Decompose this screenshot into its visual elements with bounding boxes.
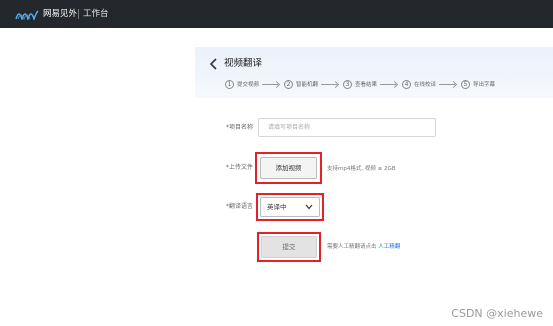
language-label: *翻译语言	[226, 203, 254, 210]
chevron-down-icon	[305, 204, 313, 210]
workspace-link[interactable]: 工作台	[83, 7, 109, 21]
brand-name[interactable]: 网易见外	[43, 7, 77, 21]
step-arrow-icon	[439, 84, 455, 86]
step-label: 智能机翻	[296, 82, 319, 88]
brand-divider	[78, 9, 79, 19]
page-title: 视频翻译	[224, 58, 263, 69]
main-panel: 视频翻译 1 提交视频 2 智能机翻 3 查看结果 4 在线校译 5 导出字幕	[195, 47, 553, 326]
manual-hint-text: 需要人工精翻请点击	[327, 244, 377, 250]
step-number: 4	[402, 80, 411, 89]
panel-header: 视频翻译 1 提交视频 2 智能机翻 3 查看结果 4 在线校译 5 导出字幕	[195, 47, 553, 98]
step-label: 查看结果	[355, 82, 378, 88]
step-label: 在线校译	[414, 82, 437, 88]
watermark: CSDN @xiehewe	[451, 307, 543, 320]
step-arrow-icon	[321, 84, 337, 86]
language-select[interactable]: 英译中	[260, 197, 320, 217]
project-name-label: *项目名称	[226, 124, 254, 131]
step-label: 提交视频	[237, 82, 260, 88]
step-number: 2	[284, 80, 293, 89]
step-label: 导出字幕	[473, 82, 496, 88]
project-name-input[interactable]: 请填写项目名称	[258, 118, 436, 137]
step-number: 5	[461, 80, 470, 89]
language-value: 英译中	[267, 203, 287, 211]
manual-translate-link[interactable]: 人工精翻	[378, 244, 400, 250]
step-number: 3	[343, 80, 352, 89]
project-name-placeholder: 请填写项目名称	[268, 124, 311, 131]
step-arrow-icon	[262, 84, 278, 86]
step-arrow-icon	[380, 84, 396, 86]
manual-translate-hint: 需要人工精翻请点击 人工精翻	[327, 243, 400, 251]
logo-icon	[15, 10, 39, 20]
top-bar: 网易见外 工作台	[0, 0, 553, 28]
upload-hint: 支持mp4格式, 视频 ≤ 2GB	[327, 166, 396, 172]
upload-label: *上传文件	[226, 164, 254, 171]
add-video-button[interactable]: 添加视频	[260, 157, 317, 179]
step-number: 1	[225, 80, 234, 89]
back-arrow-icon[interactable]	[207, 57, 221, 71]
submit-button[interactable]: 提交	[261, 236, 317, 258]
